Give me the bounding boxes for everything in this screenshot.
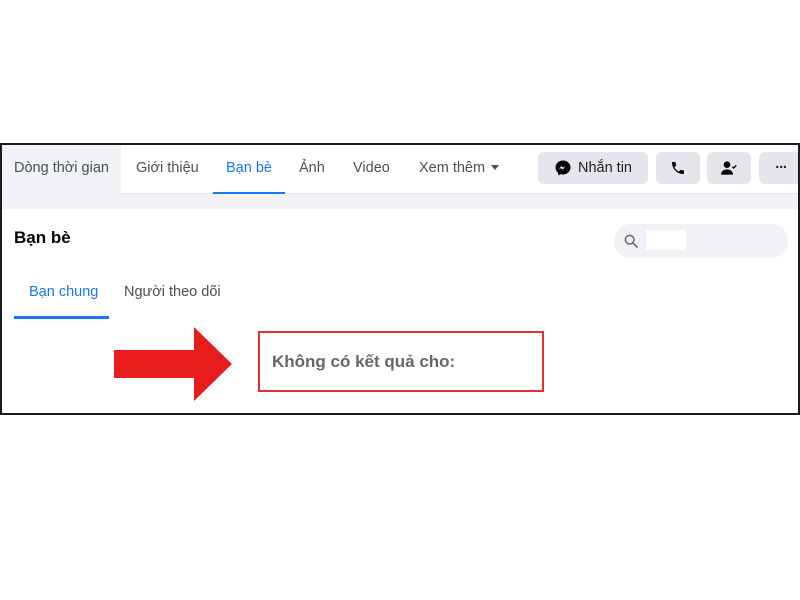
search-input[interactable]: [646, 230, 686, 250]
tab-see-more-label: Xem thêm: [419, 160, 486, 176]
tab-see-more[interactable]: Xem thêm: [419, 145, 500, 194]
friends-title: Bạn bè: [14, 228, 71, 247]
caret-down-icon: [491, 165, 500, 170]
subtab-followers[interactable]: Người theo dõi: [124, 284, 221, 300]
friend-check-icon: [721, 161, 737, 175]
tab-timeline[interactable]: Dòng thời gian: [2, 145, 121, 194]
more-options-button[interactable]: ···: [759, 152, 798, 184]
call-button[interactable]: [656, 152, 700, 184]
profile-nav: Dòng thời gian Giới thiệu Bạn bè Ảnh Vid…: [2, 145, 798, 195]
tab-photos[interactable]: Ảnh: [299, 145, 325, 194]
tab-friends[interactable]: Bạn bè: [213, 145, 285, 195]
message-button-label: Nhắn tin: [577, 160, 632, 176]
friend-status-button[interactable]: [707, 152, 751, 184]
messenger-icon: [555, 160, 571, 176]
active-subtab-indicator: [14, 316, 109, 319]
message-button[interactable]: Nhắn tin: [538, 152, 648, 184]
phone-icon: [672, 162, 684, 174]
tab-friends-label: Bạn bè: [226, 160, 272, 176]
screenshot-frame: Dòng thời gian Giới thiệu Bạn bè Ảnh Vid…: [0, 143, 800, 415]
red-arrow-icon: [114, 327, 232, 401]
section-divider: [2, 194, 798, 209]
more-dots-icon: ···: [775, 160, 787, 176]
friends-search[interactable]: [614, 224, 788, 258]
highlight-box: Không có kết quả cho:: [258, 331, 544, 392]
friends-card: Bạn bè Bạn chung Người theo dõi Không có…: [2, 209, 798, 413]
empty-result-message: Không có kết quả cho:: [272, 352, 456, 371]
tab-videos[interactable]: Video: [353, 145, 390, 194]
search-icon: [624, 234, 638, 248]
subtab-mutual-friends[interactable]: Bạn chung: [29, 284, 98, 300]
tab-about[interactable]: Giới thiệu: [136, 145, 199, 194]
